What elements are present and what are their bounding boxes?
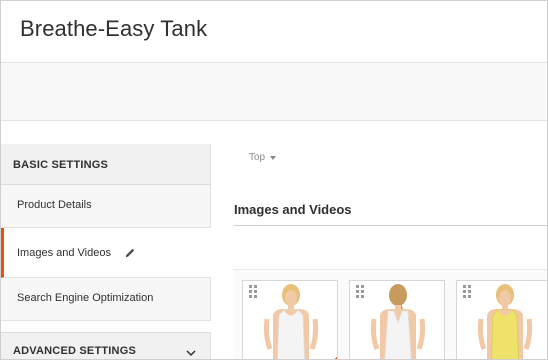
product-image-thumbnail[interactable] — [349, 280, 445, 359]
advanced-settings-header[interactable]: ADVANCED SETTINGS — [1, 332, 211, 359]
section-divider — [234, 225, 547, 226]
caret-down-icon[interactable] — [270, 156, 276, 160]
sidebar-item-images-and-videos[interactable]: Images and Videos — [1, 228, 211, 278]
settings-sidebar: BASIC SETTINGS Product Details Images an… — [1, 144, 211, 359]
sidebar-item-label: Product Details — [17, 199, 92, 211]
basic-settings-label: BASIC SETTINGS — [13, 159, 109, 171]
main-image-badge — [324, 356, 337, 359]
section-title: Images and Videos — [234, 202, 352, 217]
product-edit-page: Breathe-Easy Tank BASIC SETTINGS Product… — [0, 0, 548, 360]
sidebar-item-label: Images and Videos — [17, 247, 111, 259]
image-gallery — [233, 269, 547, 359]
store-view-switcher[interactable]: Top — [249, 152, 265, 163]
page-header: Breathe-Easy Tank — [1, 1, 547, 63]
basic-settings-header[interactable]: BASIC SETTINGS — [1, 144, 211, 185]
product-photo-yellow-tank-front — [477, 284, 533, 359]
sidebar-item-product-details[interactable]: Product Details — [1, 185, 211, 228]
page-actions-toolbar — [1, 63, 547, 121]
chevron-down-icon[interactable] — [186, 348, 196, 358]
product-photo-white-tank-front — [263, 284, 319, 359]
sidebar-item-search-engine-optimization[interactable]: Search Engine Optimization — [1, 278, 211, 321]
product-photo-white-tank-back — [370, 284, 426, 359]
main-content: Top Images and Videos — [211, 121, 547, 359]
advanced-settings-label: ADVANCED SETTINGS — [13, 345, 136, 357]
pencil-icon — [126, 248, 135, 257]
product-image-thumbnail[interactable] — [456, 280, 547, 359]
sidebar-item-label: Search Engine Optimization — [17, 292, 154, 304]
product-image-thumbnail[interactable] — [242, 280, 338, 359]
page-title: Breathe-Easy Tank — [20, 16, 208, 41]
